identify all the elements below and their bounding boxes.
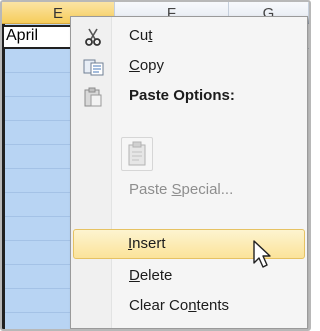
scissors-icon	[83, 27, 103, 46]
menu-item-paste-special[interactable]: Paste Special...	[73, 175, 305, 205]
column-header-e-label: E	[52, 5, 63, 22]
paste-clipboard-icon	[128, 141, 146, 166]
paste-option-button[interactable]	[121, 137, 153, 171]
menu-item-copy[interactable]: Copy	[73, 51, 305, 81]
menu-item-clear-contents-label: Clear Contents	[129, 297, 230, 314]
menu-item-copy-label: Copy	[129, 57, 165, 74]
clipboard-icon	[83, 87, 103, 107]
menu-item-clear-contents[interactable]: Clear Contents	[73, 291, 305, 321]
active-cell-value: April	[6, 27, 39, 44]
selection-border-left	[2, 24, 5, 329]
copy-icon	[83, 57, 104, 76]
menu-paste-options-label: Paste Options:	[129, 87, 235, 104]
menu-item-cut-label: Cut	[129, 27, 153, 44]
menu-item-paste-special-label: Paste Special...	[129, 181, 234, 198]
menu-item-delete-label: Delete	[129, 267, 173, 284]
menu-item-cut[interactable]: Cut	[73, 21, 305, 51]
mouse-pointer-icon	[252, 239, 276, 271]
context-menu: Cut Copy Paste Options: Paste Special...…	[70, 16, 308, 329]
menu-item-insert-label: Insert	[128, 235, 166, 252]
menu-paste-options-header: Paste Options:	[73, 81, 305, 111]
screenshot-frame: E F G April Cut Copy Paste Options: Past…	[0, 0, 311, 331]
